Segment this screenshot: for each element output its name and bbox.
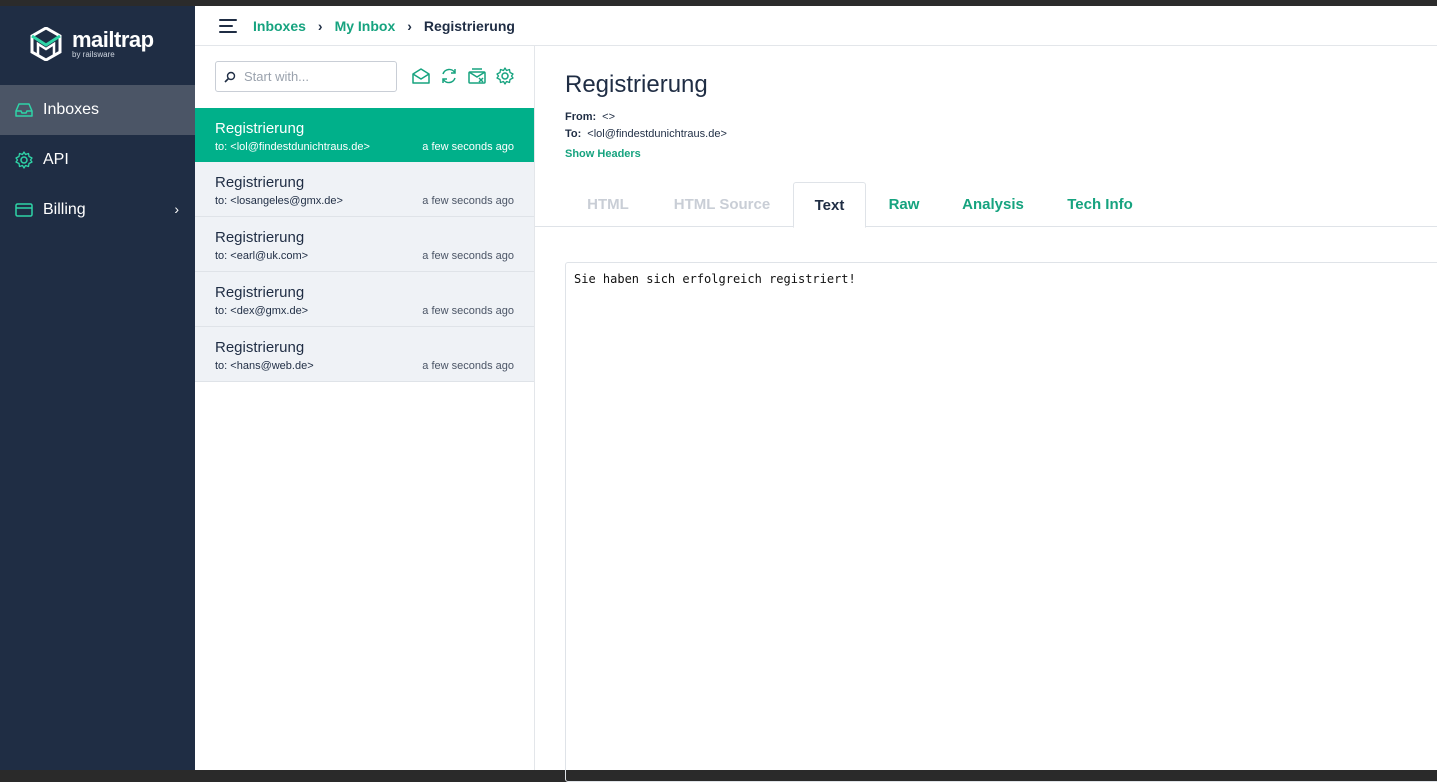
sidebar-item-billing[interactable]: Billing ›: [0, 185, 195, 235]
search-input[interactable]: [244, 69, 384, 84]
refresh-icon: [442, 68, 456, 84]
tab-analysis[interactable]: Analysis: [948, 182, 1038, 227]
message-item[interactable]: Registrierung to: <hans@web.de> a few se…: [195, 327, 534, 382]
tab-tech-info[interactable]: Tech Info: [1055, 182, 1145, 227]
breadcrumb: Inboxes › My Inbox › Registrierung: [253, 18, 515, 34]
message-list-panel: Registrierung to: <lol@findestdunichtrau…: [195, 46, 535, 770]
message-tabs: HTML HTML Source Text Raw Analysis Tech …: [535, 182, 1437, 228]
message-item[interactable]: Registrierung to: <earl@uk.com> a few se…: [195, 217, 534, 272]
top-header: Inboxes › My Inbox › Registrierung: [195, 6, 1437, 46]
breadcrumb-current: Registrierung: [423, 17, 515, 34]
message-text-body: Sie haben sich erfolgreich registriert!: [565, 262, 1437, 782]
message-item[interactable]: Registrierung to: <losangeles@gmx.de> a …: [195, 162, 534, 217]
message-subject: Registrierung: [215, 120, 305, 137]
show-headers-link[interactable]: Show Headers: [565, 148, 641, 160]
gear-icon: [15, 151, 33, 169]
sidebar-item-label: Inboxes: [43, 101, 100, 118]
message-time: a few seconds ago: [422, 360, 514, 372]
tab-html-source[interactable]: HTML Source: [659, 182, 785, 227]
sidebar-item-label: Billing: [43, 201, 86, 218]
inbox-icon: [15, 103, 33, 117]
message-subject: Registrierung: [215, 174, 305, 191]
brand-subtitle: by railsware: [72, 50, 115, 59]
refresh-button[interactable]: [439, 66, 459, 86]
credit-card-icon: [15, 203, 33, 217]
sidebar-item-inboxes[interactable]: Inboxes: [0, 85, 195, 135]
mark-read-icon: [412, 68, 430, 84]
message-list: Registrierung to: <lol@findestdunichtrau…: [195, 108, 534, 382]
message-time: a few seconds ago: [422, 195, 514, 207]
search-icon: [224, 71, 236, 83]
message-subject: Registrierung: [215, 229, 305, 246]
mailtrap-logo[interactable]: mailtrap by railsware: [30, 24, 154, 64]
settings-icon: [496, 67, 514, 85]
message-title: Registrierung: [565, 71, 708, 98]
clear-inbox-button[interactable]: [467, 66, 487, 86]
from-label: From:: [565, 111, 597, 123]
to-label: To:: [565, 128, 582, 140]
message-detail: Registrierung From: <> To: <lol@findestdun…: [535, 46, 1437, 782]
from-line: From: <>: [565, 109, 727, 126]
tab-html[interactable]: HTML: [565, 182, 651, 227]
message-meta: From: <> To: <lol@findestdunichtraus.de>: [565, 109, 727, 143]
tab-text[interactable]: Text: [793, 182, 866, 228]
sidebar-nav: Inboxes API Billing ›: [0, 85, 195, 235]
from-value: <>: [602, 111, 616, 123]
inbox-toolbar: [411, 66, 523, 86]
mailtrap-logo-icon: [30, 27, 62, 61]
sidebar: mailtrap by railsware Inboxes API Billin…: [0, 6, 195, 770]
message-recipient: to: <earl@uk.com>: [215, 250, 309, 262]
sidebar-item-label: API: [43, 151, 69, 168]
message-item[interactable]: Registrierung to: <lol@findestdunichtrau…: [195, 108, 534, 162]
search-box[interactable]: [215, 61, 397, 92]
tab-raw[interactable]: Raw: [874, 182, 934, 227]
message-recipient: to: <losangeles@gmx.de>: [215, 195, 343, 207]
message-item[interactable]: Registrierung to: <dex@gmx.de> a few sec…: [195, 272, 534, 327]
breadcrumb-inboxes[interactable]: Inboxes: [253, 18, 306, 34]
breadcrumb-separator: ›: [407, 17, 412, 34]
brand-name: mailtrap: [72, 27, 154, 52]
message-time: a few seconds ago: [422, 250, 514, 262]
breadcrumb-my-inbox[interactable]: My Inbox: [335, 18, 396, 34]
message-recipient: to: <hans@web.de>: [215, 360, 314, 372]
message-subject: Registrierung: [215, 339, 305, 356]
to-value: <lol@findestdunichtraus.de>: [587, 128, 727, 140]
message-time: a few seconds ago: [422, 141, 514, 153]
message-recipient: to: <dex@gmx.de>: [215, 305, 309, 317]
hamburger-menu-icon[interactable]: [219, 18, 239, 33]
inbox-settings-button[interactable]: [495, 66, 515, 86]
message-time: a few seconds ago: [422, 305, 514, 317]
chevron-right-icon: ›: [174, 201, 179, 217]
mark-read-button[interactable]: [411, 66, 431, 86]
app-window: mailtrap by railsware Inboxes API Billin…: [0, 6, 1437, 782]
breadcrumb-separator: ›: [317, 17, 323, 34]
clear-inbox-icon: [468, 68, 486, 84]
to-line: To: <lol@findestdunichtraus.de>: [565, 126, 727, 143]
message-recipient: to: <lol@findestdunichtraus.de>: [215, 141, 370, 153]
sidebar-item-api[interactable]: API: [0, 135, 195, 185]
message-subject: Registrierung: [215, 284, 305, 301]
